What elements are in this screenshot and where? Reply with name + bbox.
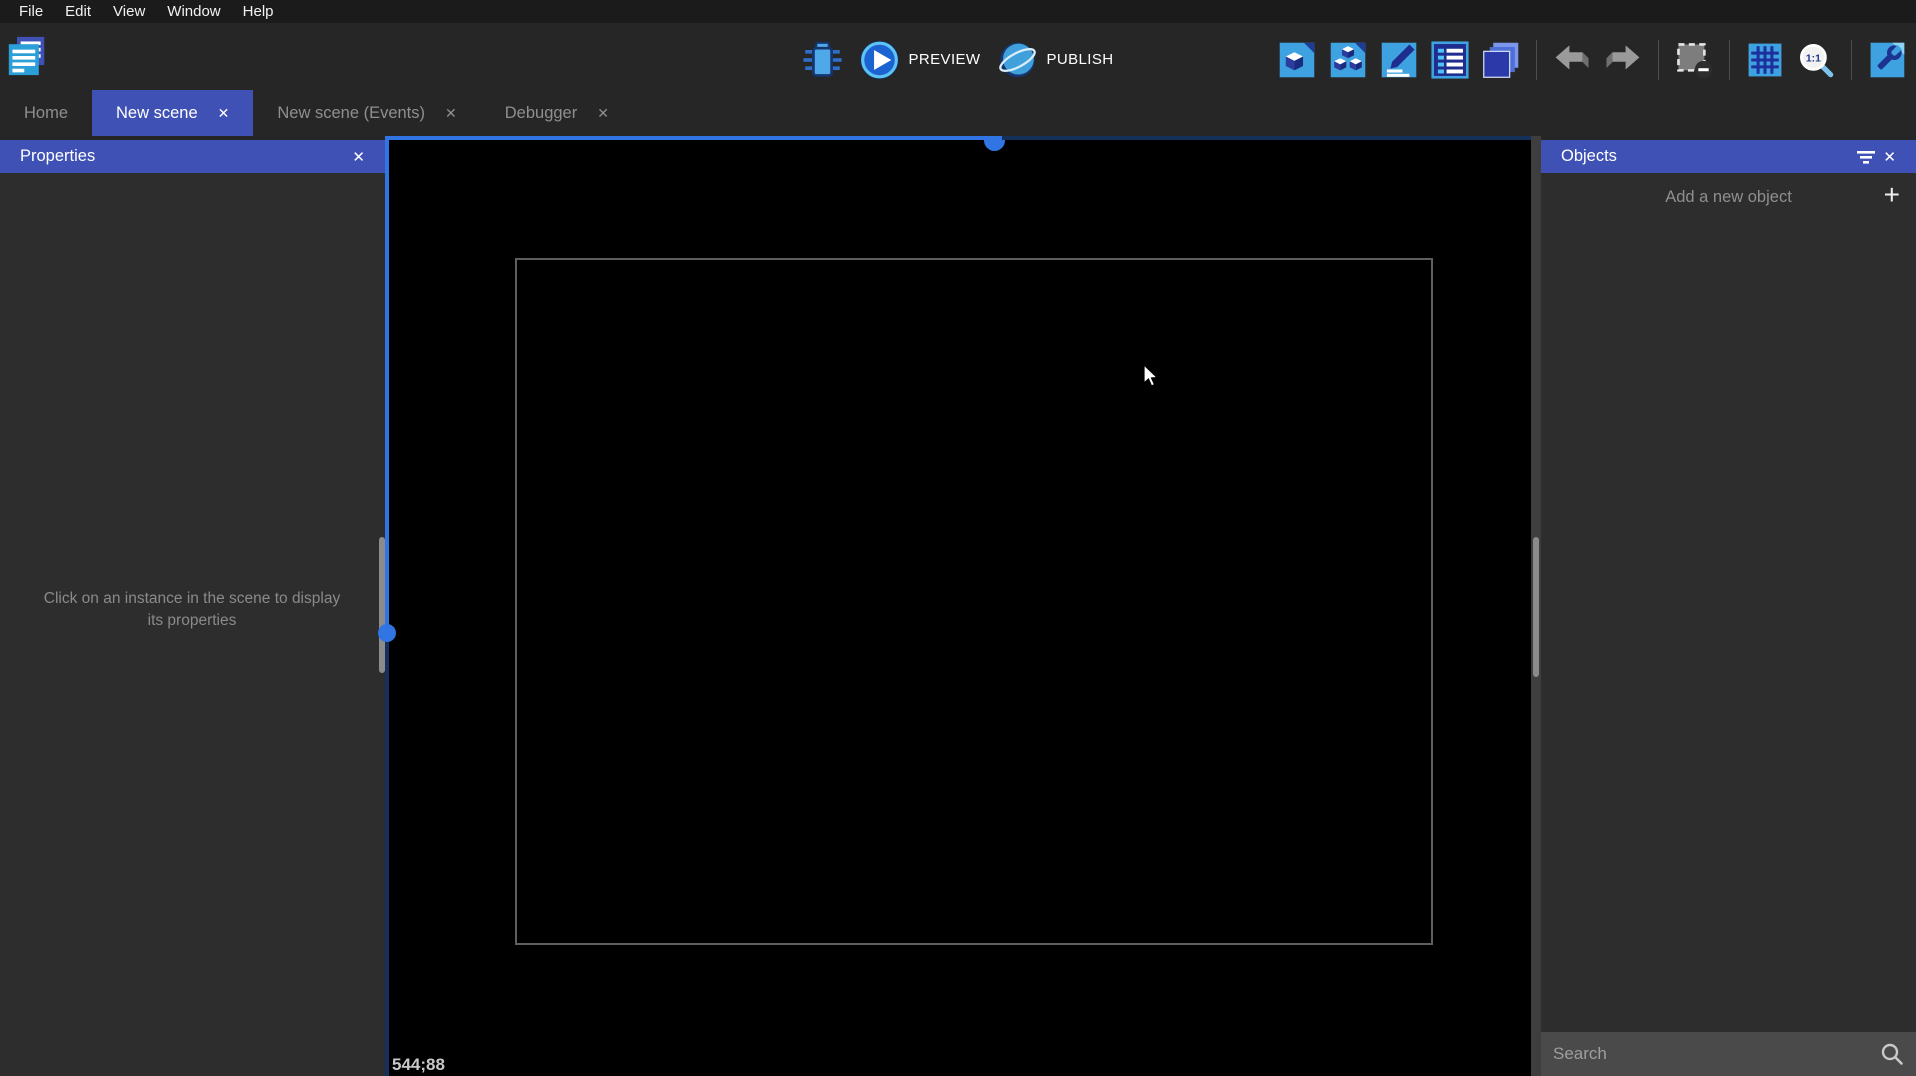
editor-tab-bar: Home New scene ✕ New scene (Events) ✕ De… — [0, 90, 1916, 136]
tab-new-scene[interactable]: New scene ✕ — [92, 90, 253, 136]
objects-panel: Objects ✕ Add a new object + Search — [1541, 140, 1916, 1076]
debugger-button[interactable] — [803, 40, 843, 80]
game-window-border — [515, 258, 1433, 945]
tab-close-icon[interactable]: ✕ — [218, 105, 230, 122]
tab-new-scene-events[interactable]: New scene (Events) ✕ — [253, 90, 480, 136]
menu-window[interactable]: Window — [156, 1, 231, 23]
zoom-1to1-icon[interactable]: 1:1 — [1797, 41, 1835, 79]
canvas-top-edge — [1002, 136, 1531, 140]
instances-list-icon[interactable] — [1431, 41, 1469, 79]
deselect-icon[interactable] — [1675, 41, 1713, 79]
pane-drag-handle-top[interactable] — [984, 140, 1005, 151]
preview-button[interactable]: PREVIEW — [860, 40, 981, 80]
canvas-top-edge-highlight — [385, 136, 1002, 140]
grid-icon[interactable] — [1746, 41, 1784, 79]
cursor-position-indicator: 544;88 — [392, 1055, 445, 1075]
menu-help[interactable]: Help — [232, 1, 285, 23]
toolbar-divider — [1851, 40, 1852, 80]
menu-view[interactable]: View — [102, 1, 156, 23]
close-icon[interactable]: ✕ — [346, 146, 371, 168]
gdevelop-window: File Edit View Window Help — [0, 0, 1916, 1076]
publish-button[interactable]: PUBLISH — [997, 40, 1113, 80]
tab-label: New scene (Events) — [277, 104, 425, 123]
toolbar-divider — [1729, 40, 1730, 80]
project-manager-icon — [7, 36, 47, 76]
publish-label: PUBLISH — [1046, 51, 1113, 68]
tab-close-icon[interactable]: ✕ — [597, 105, 609, 122]
undo-icon[interactable] — [1553, 41, 1591, 79]
tab-label: Home — [24, 104, 68, 123]
properties-panel-title: Properties — [20, 147, 95, 166]
redo-icon[interactable] — [1604, 41, 1642, 79]
add-new-object-button[interactable]: Add a new object + — [1541, 173, 1916, 221]
canvas-left-edge-highlight — [385, 136, 389, 633]
objects-search-bar[interactable]: Search — [1541, 1032, 1916, 1076]
preview-play-icon — [860, 40, 900, 80]
preview-label: PREVIEW — [909, 51, 981, 68]
project-manager-button[interactable] — [7, 36, 49, 80]
properties-empty-hint: Click on an instance in the scene to dis… — [42, 588, 342, 632]
menu-file[interactable]: File — [8, 1, 54, 23]
search-input[interactable]: Search — [1553, 1044, 1880, 1064]
tab-close-icon[interactable]: ✕ — [445, 105, 457, 122]
close-icon[interactable]: ✕ — [1877, 146, 1902, 168]
menu-bar: File Edit View Window Help — [0, 0, 1916, 23]
svg-text:1:1: 1:1 — [1806, 53, 1821, 64]
layers-icon[interactable] — [1482, 41, 1520, 79]
object-groups-icon[interactable] — [1329, 41, 1367, 79]
pane-drag-handle-left[interactable] — [378, 624, 396, 642]
add-new-object-label: Add a new object — [1665, 188, 1792, 207]
debug-bug-icon — [803, 40, 843, 80]
objects-panel-header: Objects ✕ — [1541, 140, 1916, 173]
plus-icon: + — [1884, 179, 1900, 211]
toolbar: PREVIEW PUBLISH — [0, 23, 1916, 90]
toolbar-divider — [1658, 40, 1659, 80]
project-settings-wrench-icon[interactable] — [1868, 41, 1906, 79]
scene-properties-pencil-icon[interactable] — [1380, 41, 1418, 79]
tab-label: Debugger — [505, 104, 577, 123]
canvas-left-edge — [385, 633, 389, 1076]
objects-editor-icon[interactable] — [1278, 41, 1316, 79]
search-icon — [1880, 1042, 1904, 1066]
scene-vertical-scrollbar[interactable] — [1531, 136, 1541, 1076]
tab-label: New scene — [116, 104, 198, 123]
tab-home[interactable]: Home — [0, 90, 92, 136]
toolbar-divider — [1536, 40, 1537, 80]
properties-panel-header: Properties ✕ — [0, 140, 385, 173]
scene-scrollbar-thumb[interactable] — [1533, 537, 1539, 677]
objects-panel-title: Objects — [1561, 147, 1617, 166]
menu-edit[interactable]: Edit — [54, 1, 102, 23]
tab-debugger[interactable]: Debugger ✕ — [481, 90, 633, 136]
filter-icon[interactable] — [1855, 146, 1877, 168]
properties-panel: Properties ✕ Click on an instance in the… — [0, 140, 385, 1076]
publish-globe-icon — [997, 40, 1037, 80]
mouse-cursor — [1143, 364, 1161, 390]
scene-canvas[interactable]: 544;88 — [385, 136, 1531, 1076]
